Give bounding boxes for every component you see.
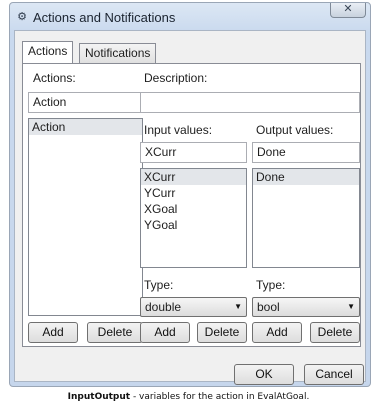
description-label: Description: bbox=[144, 71, 208, 85]
caption-text: - variables for the action in EvalAtGoal… bbox=[130, 392, 310, 402]
input-values-list[interactable]: XCurr YCurr XGoal YGoal bbox=[140, 168, 247, 268]
list-item[interactable]: YGoal bbox=[141, 217, 246, 233]
add-output-button[interactable]: Add bbox=[252, 322, 302, 343]
tab-notifications[interactable]: Notifications bbox=[79, 43, 157, 63]
action-list[interactable]: Action bbox=[28, 118, 143, 316]
title-bar[interactable]: ⚙ Actions and Notifications ✕ bbox=[10, 3, 370, 31]
actions-notifications-window: ⚙ Actions and Notifications ✕ Actions No… bbox=[9, 2, 371, 387]
close-button[interactable]: ✕ bbox=[330, 3, 366, 18]
gear-icon: ⚙ bbox=[17, 11, 27, 23]
delete-input-button[interactable]: Delete bbox=[197, 322, 247, 343]
actions-tab-panel: Actions: Action Action Add Delete Descri… bbox=[22, 63, 361, 347]
output-value-field[interactable]: Done bbox=[252, 142, 360, 163]
caption-bold: InputOutput bbox=[67, 392, 131, 402]
chevron-down-icon: ▼ bbox=[234, 302, 242, 311]
input-type-select[interactable]: double ▼ bbox=[140, 297, 247, 317]
dialog-client-area: Actions Notifications Actions: Action Ac… bbox=[14, 30, 366, 385]
input-values-label: Input values: bbox=[144, 123, 213, 137]
cancel-button[interactable]: Cancel bbox=[304, 364, 364, 385]
window-title: Actions and Notifications bbox=[33, 10, 176, 25]
delete-action-button[interactable]: Delete bbox=[87, 322, 143, 343]
output-type-value: bool bbox=[257, 300, 280, 314]
add-input-button[interactable]: Add bbox=[140, 322, 190, 343]
output-type-select[interactable]: bool ▼ bbox=[252, 297, 360, 317]
chevron-down-icon: ▼ bbox=[347, 302, 355, 311]
add-action-button[interactable]: Add bbox=[28, 322, 78, 343]
output-values-label: Output values: bbox=[256, 123, 334, 137]
list-item[interactable]: Done bbox=[253, 169, 359, 185]
list-item[interactable]: Action bbox=[29, 119, 142, 135]
list-item[interactable]: YCurr bbox=[141, 185, 246, 201]
list-item[interactable]: XGoal bbox=[141, 201, 246, 217]
input-value-field[interactable]: XCurr bbox=[140, 142, 247, 163]
figure-caption: InputOutput - variables for the action i… bbox=[0, 392, 377, 402]
actions-label: Actions: bbox=[33, 71, 76, 85]
input-type-label: Type: bbox=[144, 278, 174, 292]
input-type-value: double bbox=[145, 300, 182, 314]
output-type-label: Type: bbox=[256, 278, 286, 292]
description-field[interactable] bbox=[140, 92, 360, 113]
action-name-field[interactable]: Action bbox=[28, 92, 143, 113]
delete-output-button[interactable]: Delete bbox=[310, 322, 360, 343]
list-item[interactable]: XCurr bbox=[141, 169, 246, 185]
ok-button[interactable]: OK bbox=[234, 364, 294, 385]
tab-actions[interactable]: Actions bbox=[22, 41, 74, 63]
output-values-list[interactable]: Done bbox=[252, 168, 360, 268]
